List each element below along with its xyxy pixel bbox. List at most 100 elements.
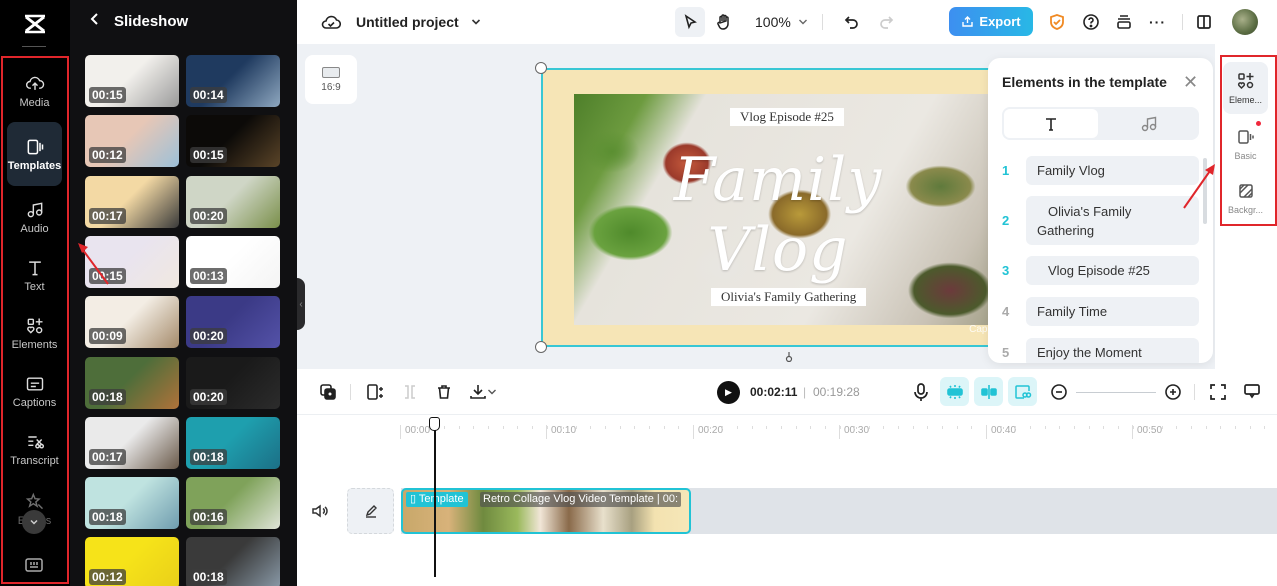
auto-align-toggle[interactable] xyxy=(974,377,1003,406)
delete-button[interactable] xyxy=(433,381,455,403)
cover-edit-button[interactable] xyxy=(347,488,394,534)
template-thumbnail[interactable]: 00:15 xyxy=(186,115,280,168)
ruler-minor-tick xyxy=(868,426,870,429)
undo-button[interactable] xyxy=(843,0,861,44)
play-button[interactable]: ▶ xyxy=(717,381,740,404)
template-thumbnail[interactable]: 00:17 xyxy=(85,416,179,469)
template-thumbnail[interactable]: 00:20 xyxy=(186,356,280,409)
pointer-tool-button[interactable] xyxy=(675,7,705,37)
ruler-minor-tick xyxy=(1044,426,1046,429)
text-field[interactable]: Vlog Episode #25 xyxy=(1026,256,1199,285)
ruler-minor-tick xyxy=(1059,426,1061,429)
template-thumbnail[interactable]: 00:17 xyxy=(85,175,179,228)
zoom-out-icon xyxy=(1051,384,1067,400)
track-volume-button[interactable] xyxy=(311,503,329,524)
aspect-ratio-button[interactable]: 16:9 xyxy=(305,55,357,104)
playhead[interactable] xyxy=(434,425,436,577)
title-text-element[interactable]: Family Vlog xyxy=(613,145,943,285)
project-name[interactable]: Untitled project xyxy=(356,0,481,44)
zoom-level-dropdown[interactable]: 100% xyxy=(755,0,808,44)
timeline-ruler[interactable]: 00:00 00:10 00:20 00:30 00:40 00:50 xyxy=(297,415,1277,445)
text-field[interactable]: Family Vlog xyxy=(1026,156,1199,185)
template-duration: 00:15 xyxy=(89,87,126,103)
panel-header: Slideshow xyxy=(70,0,297,42)
clip-type-badge: ▯ Template xyxy=(406,492,468,507)
cloud-sync-status[interactable] xyxy=(321,0,341,44)
template-thumbnail[interactable]: 00:20 xyxy=(186,296,280,349)
popover-tabs xyxy=(1002,107,1199,140)
template-icon: ▯ xyxy=(410,493,417,505)
avatar[interactable] xyxy=(1232,9,1258,35)
scrollbar[interactable] xyxy=(1203,158,1207,224)
stack-button[interactable] xyxy=(1115,0,1133,44)
text-field[interactable]: Family Time xyxy=(1026,297,1199,326)
resize-handle[interactable] xyxy=(535,62,547,74)
template-duration: 00:18 xyxy=(190,448,227,465)
video-canvas[interactable]: Vlog Episode #25 Family Vlog Olivia's Fa… xyxy=(541,68,1011,347)
ruler-minor-tick xyxy=(912,426,914,429)
record-voiceover-button[interactable] xyxy=(910,381,932,403)
layers-button[interactable] xyxy=(317,381,339,403)
text-field[interactable]: Olivia's Family Gathering xyxy=(1026,196,1199,245)
hand-tool-button[interactable] xyxy=(715,0,733,44)
ruler-minor-tick xyxy=(678,426,680,429)
layout-toggle-button[interactable] xyxy=(1195,0,1213,44)
ruler-minor-tick xyxy=(1015,426,1017,429)
magnet-snap-toggle[interactable] xyxy=(940,377,969,406)
trim-button[interactable] xyxy=(399,381,421,403)
total-duration: 00:19:28 xyxy=(813,385,860,399)
capcut-logo-icon[interactable] xyxy=(0,0,70,48)
template-thumbnail[interactable]: 00:09 xyxy=(85,296,179,349)
template-thumbnail[interactable]: 00:15 xyxy=(85,55,179,107)
item-index: 1 xyxy=(1002,163,1010,178)
rotate-handle-icon[interactable] xyxy=(784,352,794,362)
trim-icon xyxy=(405,385,415,399)
close-button[interactable]: ✕ xyxy=(1183,72,1198,93)
ruler-minor-tick xyxy=(634,426,636,429)
download-dropdown[interactable] xyxy=(485,381,499,403)
tab-text[interactable] xyxy=(1004,109,1098,138)
template-thumbnail[interactable]: 00:18 xyxy=(186,537,280,586)
template-thumbnail[interactable]: 00:18 xyxy=(85,477,179,530)
linked-preview-toggle[interactable] xyxy=(1008,377,1037,406)
current-time: 00:02:11 xyxy=(750,385,798,399)
ruler-minor-tick xyxy=(400,426,401,429)
template-thumbnail[interactable]: 00:12 xyxy=(85,115,179,168)
template-thumbnail[interactable]: 00:20 xyxy=(186,175,280,228)
playhead-handle[interactable] xyxy=(429,417,440,431)
comment-button[interactable] xyxy=(1241,381,1263,403)
more-button[interactable]: ··· xyxy=(1149,0,1166,44)
ruler-minor-tick xyxy=(693,426,694,429)
back-button[interactable] xyxy=(90,12,100,30)
aspect-ratio-label: 16:9 xyxy=(321,81,341,93)
template-thumbnail[interactable]: 00:15 xyxy=(85,235,179,288)
template-thumbnail[interactable]: 00:16 xyxy=(186,477,280,530)
template-thumbnail[interactable]: 00:12 xyxy=(85,537,179,586)
split-button[interactable] xyxy=(365,381,387,403)
text-field[interactable]: Enjoy the Moment xyxy=(1026,338,1199,363)
zoom-out-button[interactable] xyxy=(1048,381,1070,403)
export-button[interactable]: Export xyxy=(949,7,1033,36)
template-clip[interactable]: ▯ Template Retro Collage Vlog Video Temp… xyxy=(401,488,691,534)
zoom-in-button[interactable] xyxy=(1162,381,1184,403)
ruler-minor-tick xyxy=(824,426,826,429)
redo-button[interactable] xyxy=(877,0,895,44)
template-duration: 00:20 xyxy=(190,328,227,345)
resize-handle[interactable] xyxy=(535,341,547,353)
fit-timeline-button[interactable] xyxy=(1207,381,1229,403)
list-item: 3 Vlog Episode #25 xyxy=(1002,256,1199,285)
template-thumbnail[interactable]: 00:13 xyxy=(186,235,280,288)
tab-audio[interactable] xyxy=(1102,109,1196,138)
security-button[interactable] xyxy=(1048,0,1066,44)
zoom-in-icon xyxy=(1165,384,1181,400)
timeline-zoom-slider[interactable] xyxy=(1076,392,1156,393)
divider xyxy=(1182,14,1183,30)
episode-text-element[interactable]: Vlog Episode #25 xyxy=(730,108,844,126)
template-thumbnail[interactable]: 00:18 xyxy=(186,416,280,469)
divider xyxy=(822,14,823,30)
template-thumbnail[interactable]: 00:18 xyxy=(85,356,179,409)
template-thumbnail[interactable]: 00:14 xyxy=(186,55,280,107)
help-button[interactable] xyxy=(1082,0,1100,44)
collapse-panel-button[interactable]: ‹ xyxy=(297,278,305,330)
subtitle-text-element[interactable]: Olivia's Family Gathering xyxy=(711,288,867,306)
